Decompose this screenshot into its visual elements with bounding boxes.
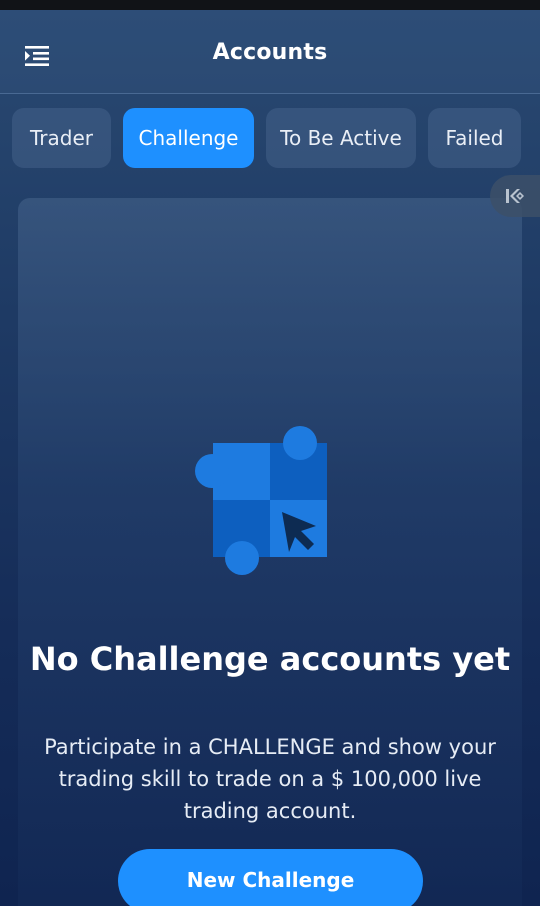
tab-challenge[interactable]: Challenge <box>123 108 254 168</box>
brand-logo-icon <box>506 189 524 203</box>
puzzle-cursor-icon <box>195 426 327 575</box>
empty-state-description: Participate in a CHALLENGE and show your… <box>44 735 496 823</box>
puzzle-cursor-illustration <box>190 420 335 580</box>
tab-trader[interactable]: Trader <box>12 108 111 168</box>
tab-to-be-active[interactable]: To Be Active <box>266 108 416 168</box>
app-header: Accounts <box>0 10 540 94</box>
account-tabs: Trader Challenge To Be Active Failed <box>12 108 540 168</box>
new-challenge-button[interactable]: New Challenge <box>118 849 423 906</box>
tab-failed[interactable]: Failed <box>428 108 521 168</box>
status-bar <box>0 0 540 10</box>
empty-state-title: No Challenge accounts yet <box>29 640 511 678</box>
page-title: Accounts <box>212 40 328 65</box>
floating-widget-button[interactable] <box>490 175 540 217</box>
